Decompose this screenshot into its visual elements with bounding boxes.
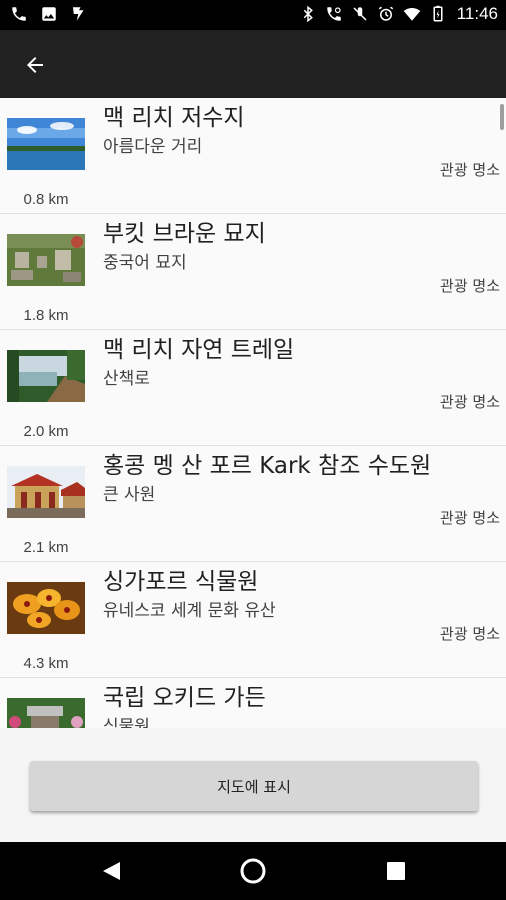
place-category: 관광 명소: [440, 509, 500, 527]
nav-home-button[interactable]: [238, 856, 268, 886]
place-subtitle: 중국어 묘지: [103, 253, 187, 273]
bottom-action-area: 지도에 표시: [0, 728, 506, 842]
back-triangle-icon: [103, 862, 120, 880]
place-name: 싱가포르 식물원: [103, 569, 259, 595]
call-settings-icon: [326, 7, 341, 21]
distance-label: 0.8 km: [23, 191, 69, 208]
clock: 11:46: [456, 4, 498, 23]
thumbnail-image: [7, 466, 85, 518]
thumbnail-image: [7, 118, 85, 170]
arrow-left-icon: [27, 57, 43, 73]
place-category: 관광 명소: [440, 625, 500, 643]
recents-square-icon: [387, 862, 405, 880]
show-on-map-button[interactable]: 지도에 표시: [30, 761, 478, 811]
place-category: 관광 명소: [440, 161, 500, 179]
thumbnail-image: [7, 350, 85, 402]
home-circle-icon: [240, 858, 266, 884]
thumbnail-image: [7, 234, 85, 286]
battery-icon: [433, 5, 443, 22]
place-subtitle: 유네스코 세계 문화 유산: [103, 601, 276, 621]
place-category: 관광 명소: [440, 277, 500, 295]
place-subtitle: 산책로: [103, 369, 150, 389]
list-item[interactable]: 2.1 km 홍콩 멩 산 포르 Kark 참조 수도원 큰 사원 관광 명소: [0, 446, 506, 562]
place-subtitle: 큰 사원: [103, 485, 156, 505]
task-icon: [73, 7, 84, 21]
wifi-icon: [403, 8, 420, 21]
list-item[interactable]: 2.0 km 맥 리치 자연 트레일 산책로 관광 명소: [0, 330, 506, 446]
places-list[interactable]: 0.8 km 맥 리치 저수지 아름다운 거리 관광 명소 1.8 km 부킷 …: [0, 98, 506, 728]
place-subtitle: 아름다운 거리: [103, 137, 203, 157]
nav-recents-button[interactable]: [381, 856, 411, 886]
thumbnail-image: [7, 582, 85, 634]
navigation-bar: [0, 842, 506, 900]
list-item[interactable]: 0.8 km 맥 리치 저수지 아름다운 거리 관광 명소: [0, 98, 506, 214]
back-button[interactable]: [20, 50, 50, 80]
place-name: 부킷 브라운 묘지: [103, 221, 266, 247]
list-item[interactable]: 4.3 km 싱가포르 식물원 유네스코 세계 문화 유산 관광 명소: [0, 562, 506, 678]
nav-back-button[interactable]: [96, 856, 126, 886]
thumbnail-image: [7, 698, 85, 728]
distance-label: 2.1 km: [23, 539, 69, 556]
image-icon: [42, 7, 56, 21]
place-name: 맥 리치 자연 트레일: [103, 337, 295, 363]
app-bar: [0, 30, 506, 98]
place-name: 홍콩 멩 산 포르 Kark 참조 수도원: [103, 453, 432, 479]
list-item[interactable]: 1.8 km 부킷 브라운 묘지 중국어 묘지 관광 명소: [0, 214, 506, 330]
place-name: 국립 오키드 가든: [103, 685, 266, 711]
place-name: 맥 리치 저수지: [103, 105, 245, 131]
list-item[interactable]: 국립 오키드 가든 식물원: [0, 678, 506, 728]
mute-icon: [353, 7, 367, 21]
distance-label: 1.8 km: [23, 307, 69, 324]
status-bar: 11:46: [0, 0, 506, 30]
place-subtitle: 식물원: [103, 717, 150, 728]
place-category: 관광 명소: [440, 393, 500, 411]
phone-icon: [12, 7, 26, 21]
distance-label: 4.3 km: [23, 655, 69, 672]
alarm-icon: [378, 6, 393, 21]
distance-label: 2.0 km: [23, 423, 69, 440]
bluetooth-icon: [303, 5, 313, 23]
